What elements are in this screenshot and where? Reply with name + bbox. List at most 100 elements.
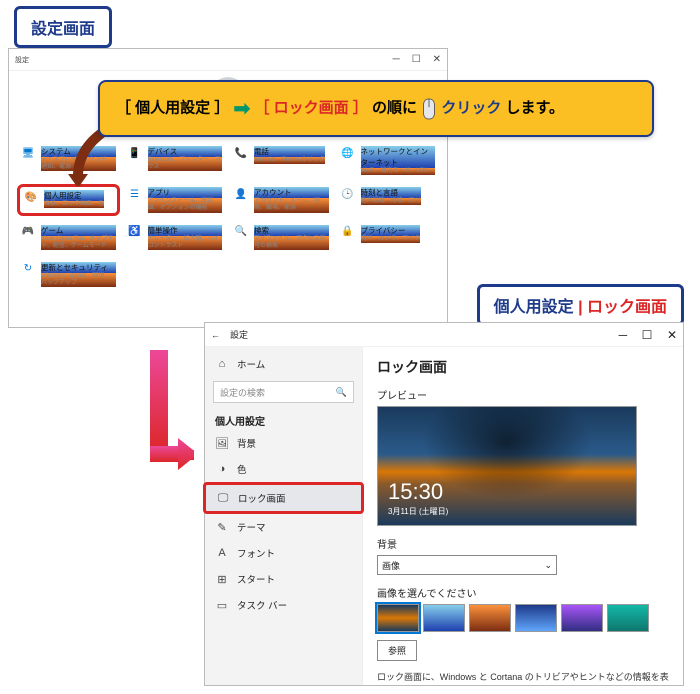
category-ease[interactable]: ♿簡単操作ナレーター、拡大鏡、ハイコントラスト xyxy=(124,222,227,253)
callout-fragment: の順に xyxy=(372,99,421,116)
maximize-icon[interactable]: ☐ xyxy=(412,54,421,65)
update-icon: ↻ xyxy=(21,262,35,276)
sidebar: ⌂ホーム 設定の検索🔍 個人用設定 🖼背景 ◑色 🖵ロック画面 ✎テーマ Aフォ… xyxy=(205,347,363,685)
category-title: 検索 xyxy=(254,225,329,236)
callout-fragment: します。 xyxy=(506,99,565,116)
sidebar-item-fonts[interactable]: A フォント xyxy=(205,540,362,566)
page-heading: ロック画面 xyxy=(377,357,669,377)
thumbnail[interactable] xyxy=(515,604,557,632)
category-update[interactable]: ↻更新とセキュリティWindows Update、回復、バックアップ xyxy=(17,259,120,290)
chevron-down-icon: ⌄ xyxy=(544,560,552,571)
home-icon: ⌂ xyxy=(215,358,229,370)
sidebar-label: タスク バー xyxy=(237,598,287,612)
instruction-callout: ［ 個人用設定 ］ ➡ ［ ロック画面 ］ の順に クリック します。 xyxy=(98,80,654,137)
person-icon: 👤 xyxy=(234,187,248,201)
category-search[interactable]: 🔍検索マイファイル、アクセス許可の検索 xyxy=(230,222,333,253)
mouse-icon xyxy=(421,98,437,120)
category-devices[interactable]: 📱デバイスBluetooth、プリンター、マウス xyxy=(124,143,227,178)
paint-icon: 🎨 xyxy=(24,190,38,204)
lockscreen-preview: 15:30 3月11日 (土曜日) xyxy=(377,406,637,526)
font-icon: A xyxy=(215,547,229,559)
select-value: 画像 xyxy=(382,559,400,572)
thumbnail[interactable] xyxy=(469,604,511,632)
category-title: 電話 xyxy=(254,146,325,157)
category-title: ゲーム xyxy=(41,225,116,236)
category-gaming[interactable]: 🎮ゲームXbox Game Bar、キャプチャ、配信、ゲームモード xyxy=(17,222,120,253)
close-icon[interactable]: ✕ xyxy=(667,328,677,342)
close-icon[interactable]: ✕ xyxy=(433,54,441,65)
window-controls: ─ ☐ ✕ xyxy=(607,328,677,342)
thumbnail-row xyxy=(377,604,669,632)
system-icon: 🖥 xyxy=(21,146,35,160)
minimize-icon[interactable]: ─ xyxy=(619,328,628,342)
category-sub: Windows Update、回復、バックアップ xyxy=(41,273,116,287)
monitor-icon: 🖵 xyxy=(216,492,230,505)
sidebar-label: テーマ xyxy=(237,520,266,534)
category-sub: 音声認識、地域、日付 xyxy=(361,198,421,205)
down-arrow-icon xyxy=(150,350,194,470)
clock-icon: 🕒 xyxy=(341,187,355,201)
category-title: プライバシー xyxy=(361,225,421,236)
category-accounts[interactable]: 👤アカウントアカウント、メール、同期、職場、家族 xyxy=(230,184,333,215)
category-sub: ナレーター、拡大鏡、ハイコントラスト xyxy=(148,236,223,250)
category-apps[interactable]: ☰アプリアンインストール、既定値、オプションの機能 xyxy=(124,184,227,215)
sidebar-label: 背景 xyxy=(237,436,256,450)
window-title: 設定 xyxy=(230,330,248,340)
search-input[interactable]: 設定の検索 🔍 xyxy=(213,381,354,403)
category-sub: Bluetooth、プリンター、マウス xyxy=(148,157,223,171)
minimize-icon[interactable]: ─ xyxy=(393,54,400,65)
sidebar-item-colors[interactable]: ◑色 xyxy=(205,456,362,482)
thumbnail[interactable] xyxy=(423,604,465,632)
search-placeholder: 設定の検索 xyxy=(220,386,265,399)
sidebar-item-lockscreen[interactable]: 🖵 ロック画面 xyxy=(203,482,364,514)
category-sub: Android、iPhone のリンク xyxy=(254,157,325,164)
back-button[interactable]: ← xyxy=(211,330,220,340)
start-icon: ⊞ xyxy=(215,573,229,586)
color-icon: ◑ xyxy=(215,463,229,475)
callout-fragment: ［ ロック画面 ］ xyxy=(254,99,367,116)
image-icon: 🖼 xyxy=(215,437,229,450)
sidebar-label: ロック画面 xyxy=(238,491,286,505)
globe-icon: 🌐 xyxy=(341,146,355,160)
accessibility-icon: ♿ xyxy=(128,225,142,239)
sidebar-label: 色 xyxy=(237,462,247,476)
sidebar-item-home[interactable]: ⌂ホーム xyxy=(205,351,362,377)
category-sub: マイファイル、アクセス許可の検索 xyxy=(254,236,329,250)
maximize-icon[interactable]: ☐ xyxy=(642,328,653,342)
callout-fragment: クリック xyxy=(441,99,501,116)
category-phone[interactable]: 📞 電話Android、iPhone のリンク xyxy=(230,143,333,178)
browse-button[interactable]: 参照 xyxy=(377,640,417,661)
theme-icon: ✎ xyxy=(215,521,229,534)
section-tag-personalization: 個人用設定 | ロック画面 xyxy=(477,284,684,326)
category-sub: 場所、カメラ、マイク xyxy=(361,236,421,243)
category-time[interactable]: 🕒時刻と言語音声認識、地域、日付 xyxy=(337,184,440,215)
lock-icon: 🔒 xyxy=(341,225,355,239)
category-title: ネットワークとインターネット xyxy=(361,146,436,168)
search-icon: 🔍 xyxy=(336,387,347,398)
category-sub: 背景、ロック画面、色 xyxy=(44,201,104,208)
sidebar-label: フォント xyxy=(237,546,275,560)
sidebar-item-themes[interactable]: ✎ テーマ xyxy=(205,514,362,540)
thumbnail[interactable] xyxy=(607,604,649,632)
preview-date: 3月11日 (土曜日) xyxy=(388,506,448,517)
sidebar-section-head: 個人用設定 xyxy=(205,407,362,430)
sidebar-item-start[interactable]: ⊞スタート xyxy=(205,566,362,592)
preview-label: プレビュー xyxy=(377,387,669,402)
category-title: 個人用設定 xyxy=(44,190,104,201)
background-label: 背景 xyxy=(377,536,669,551)
sidebar-item-background[interactable]: 🖼 背景 xyxy=(205,430,362,456)
phone-icon: 📞 xyxy=(234,146,248,160)
category-title: アカウント xyxy=(254,187,329,198)
category-privacy[interactable]: 🔒 プライバシー場所、カメラ、マイク xyxy=(337,222,440,253)
background-select[interactable]: 画像 ⌄ xyxy=(377,555,557,575)
arrow-right-icon: ➡ xyxy=(234,98,251,120)
game-icon: 🎮 xyxy=(21,225,35,239)
category-network[interactable]: 🌐ネットワークとインターネットWi-Fi、機内モード、VPN xyxy=(337,143,440,178)
category-sub: アンインストール、既定値、オプションの機能 xyxy=(148,198,223,212)
category-personalization[interactable]: 🎨 個人用設定背景、ロック画面、色 xyxy=(17,184,120,215)
preview-time: 15:30 xyxy=(388,479,443,505)
thumbnail[interactable] xyxy=(377,604,419,632)
sidebar-item-taskbar[interactable]: ▭タスク バー xyxy=(205,592,362,618)
category-title: デバイス xyxy=(148,146,223,157)
thumbnail[interactable] xyxy=(561,604,603,632)
